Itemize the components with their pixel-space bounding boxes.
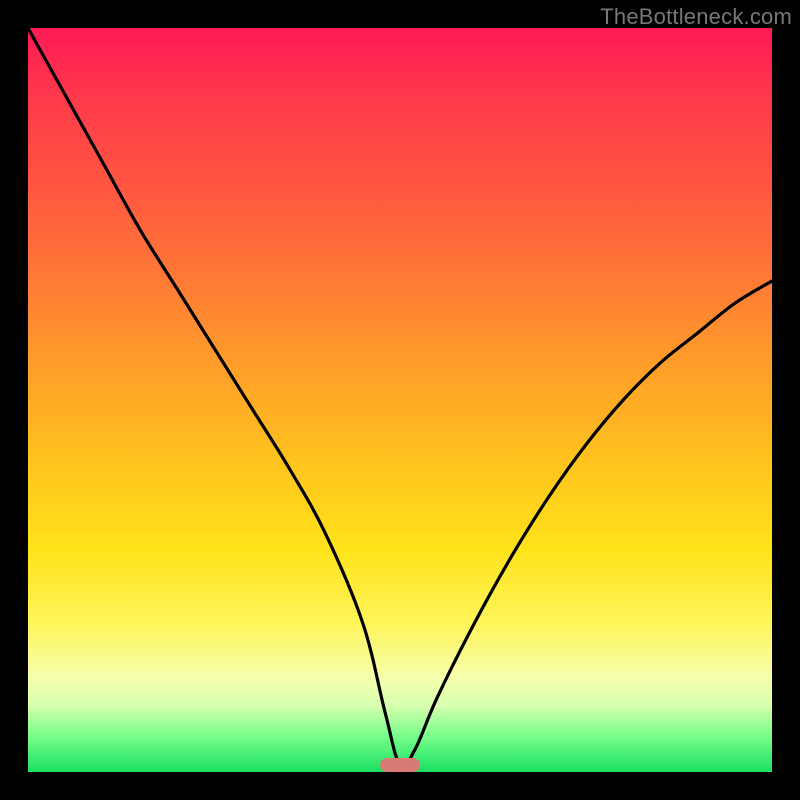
watermark-text: TheBottleneck.com [600,4,792,30]
curve-svg [28,28,772,772]
bottleneck-curve-path [28,28,772,767]
optimal-marker [380,758,420,772]
plot-area [28,28,772,772]
chart-frame: TheBottleneck.com [0,0,800,800]
